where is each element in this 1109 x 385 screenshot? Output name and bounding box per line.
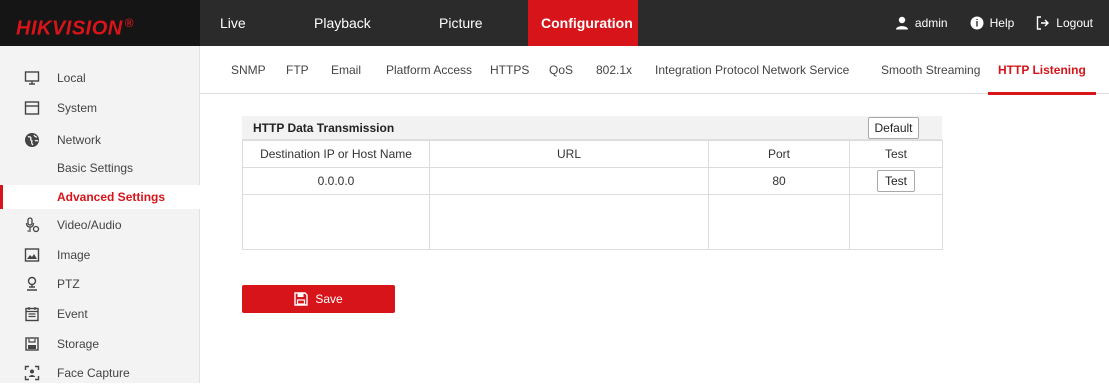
brand-logo: HIKVISION ® bbox=[0, 0, 200, 46]
port-cell[interactable]: 80 bbox=[708, 167, 850, 195]
svg-text:i: i bbox=[975, 19, 978, 30]
nav-playback[interactable]: Playback bbox=[292, 0, 407, 46]
empty-row bbox=[242, 194, 943, 250]
tab-http-listening[interactable]: HTTP Listening bbox=[988, 46, 1096, 95]
sidebar-item-video-audio[interactable]: Video/Audio bbox=[0, 213, 200, 237]
image-icon bbox=[24, 248, 40, 262]
save-icon bbox=[294, 292, 309, 306]
sidebar-item-label: System bbox=[57, 101, 98, 115]
http-data-transmission-panel: HTTP Data Transmission Default Destinati… bbox=[242, 116, 943, 250]
sidebar-item-system[interactable]: System bbox=[0, 96, 200, 120]
sidebar-item-label: Image bbox=[57, 248, 91, 262]
help-button[interactable]: i Help bbox=[970, 16, 1015, 30]
header-tools: admin i Help Logout bbox=[873, 0, 1093, 46]
face-capture-icon bbox=[24, 365, 40, 381]
sidebar-item-label: PTZ bbox=[57, 277, 80, 291]
help-icon: i bbox=[970, 16, 984, 30]
logout-button[interactable]: Logout bbox=[1036, 16, 1093, 30]
table-header-row: Destination IP or Host Name URL Port Tes… bbox=[242, 140, 943, 168]
tab-ftp[interactable]: FTP bbox=[286, 46, 309, 94]
event-icon bbox=[25, 307, 39, 322]
transmission-table: Destination IP or Host Name URL Port Tes… bbox=[242, 140, 943, 250]
panel-header: HTTP Data Transmission Default bbox=[242, 116, 942, 140]
empty-cell bbox=[242, 194, 430, 250]
globe-icon bbox=[25, 133, 39, 147]
sidebar-item-image[interactable]: Image bbox=[0, 243, 200, 267]
sidebar-item-label: Storage bbox=[57, 337, 100, 351]
tab-802-1x[interactable]: 802.1x bbox=[596, 46, 632, 94]
tab-integration-protocol[interactable]: Integration Protocol bbox=[655, 46, 759, 94]
main-nav: Live View Playback Picture Configuration bbox=[200, 0, 638, 77]
nav-picture[interactable]: Picture bbox=[407, 0, 528, 46]
sidebar-item-local[interactable]: Local bbox=[0, 66, 200, 90]
logo-text: HIKVISION bbox=[16, 17, 123, 40]
video-audio-icon bbox=[25, 217, 40, 233]
save-button[interactable]: Save bbox=[242, 285, 395, 313]
empty-cell bbox=[849, 194, 943, 250]
ptz-icon bbox=[27, 276, 37, 291]
column-header-test: Test bbox=[849, 140, 943, 168]
sidebar-item-label: Face Capture bbox=[57, 366, 130, 380]
top-bar: HIKVISION ® Live View Playback Picture Co… bbox=[0, 0, 1109, 77]
tab-email[interactable]: Email bbox=[331, 46, 361, 94]
sidebar-item-label: Basic Settings bbox=[57, 161, 134, 175]
sidebar-item-advanced-settings[interactable]: Advanced Settings bbox=[0, 185, 200, 209]
sidebar-item-face-capture[interactable]: Face Capture bbox=[0, 361, 200, 385]
system-icon bbox=[24, 101, 40, 115]
sidebar-item-ptz[interactable]: PTZ bbox=[0, 272, 200, 296]
logout-label: Logout bbox=[1056, 16, 1093, 30]
tab-qos[interactable]: QoS bbox=[549, 46, 573, 94]
sidebar-item-label: Network bbox=[57, 133, 102, 147]
sidebar-item-network[interactable]: Network bbox=[0, 128, 200, 152]
user-icon bbox=[895, 16, 908, 30]
tab-snmp[interactable]: SNMP bbox=[231, 46, 266, 94]
empty-cell bbox=[708, 194, 850, 250]
tab-network-service[interactable]: Network Service bbox=[762, 46, 849, 94]
empty-cell bbox=[429, 194, 709, 250]
user-menu[interactable]: admin bbox=[895, 16, 948, 30]
destination-cell[interactable]: 0.0.0.0 bbox=[242, 167, 430, 195]
test-cell: Test bbox=[849, 167, 943, 195]
user-name: admin bbox=[914, 16, 948, 30]
default-button[interactable]: Default bbox=[868, 117, 919, 139]
nav-live-view[interactable]: Live View bbox=[200, 0, 292, 77]
sidebar-item-label: Advanced Settings bbox=[57, 190, 166, 204]
tab-smooth-streaming[interactable]: Smooth Streaming bbox=[881, 46, 980, 94]
sidebar-item-label: Local bbox=[57, 71, 86, 85]
column-header-url: URL bbox=[429, 140, 709, 168]
sidebar-item-event[interactable]: Event bbox=[0, 302, 200, 326]
sidebar-item-label: Event bbox=[57, 307, 88, 321]
sidebar-item-label: Video/Audio bbox=[57, 218, 122, 232]
sidebar: Local System Network Basic Settings Adva… bbox=[0, 46, 200, 383]
tab-https[interactable]: HTTPS bbox=[490, 46, 529, 94]
storage-icon bbox=[25, 337, 39, 351]
help-label: Help bbox=[989, 16, 1015, 30]
save-label: Save bbox=[315, 292, 343, 306]
test-button[interactable]: Test bbox=[877, 170, 915, 192]
column-header-port: Port bbox=[708, 140, 850, 168]
sidebar-item-basic-settings[interactable]: Basic Settings bbox=[0, 156, 200, 180]
sidebar-item-storage[interactable]: Storage bbox=[0, 332, 200, 356]
url-cell[interactable] bbox=[429, 167, 709, 195]
column-header-destination: Destination IP or Host Name bbox=[242, 140, 430, 168]
monitor-icon bbox=[24, 71, 40, 85]
nav-configuration[interactable]: Configuration bbox=[528, 0, 638, 46]
panel-title: HTTP Data Transmission bbox=[253, 121, 395, 135]
table-row[interactable]: 0.0.0.0 80 Test bbox=[242, 167, 943, 195]
network-tabs: SNMP FTP Email Platform Access HTTPS QoS… bbox=[200, 46, 1109, 95]
tab-platform-access[interactable]: Platform Access bbox=[386, 46, 472, 94]
logo-registered-mark: ® bbox=[124, 16, 135, 30]
logout-icon bbox=[1037, 16, 1050, 30]
